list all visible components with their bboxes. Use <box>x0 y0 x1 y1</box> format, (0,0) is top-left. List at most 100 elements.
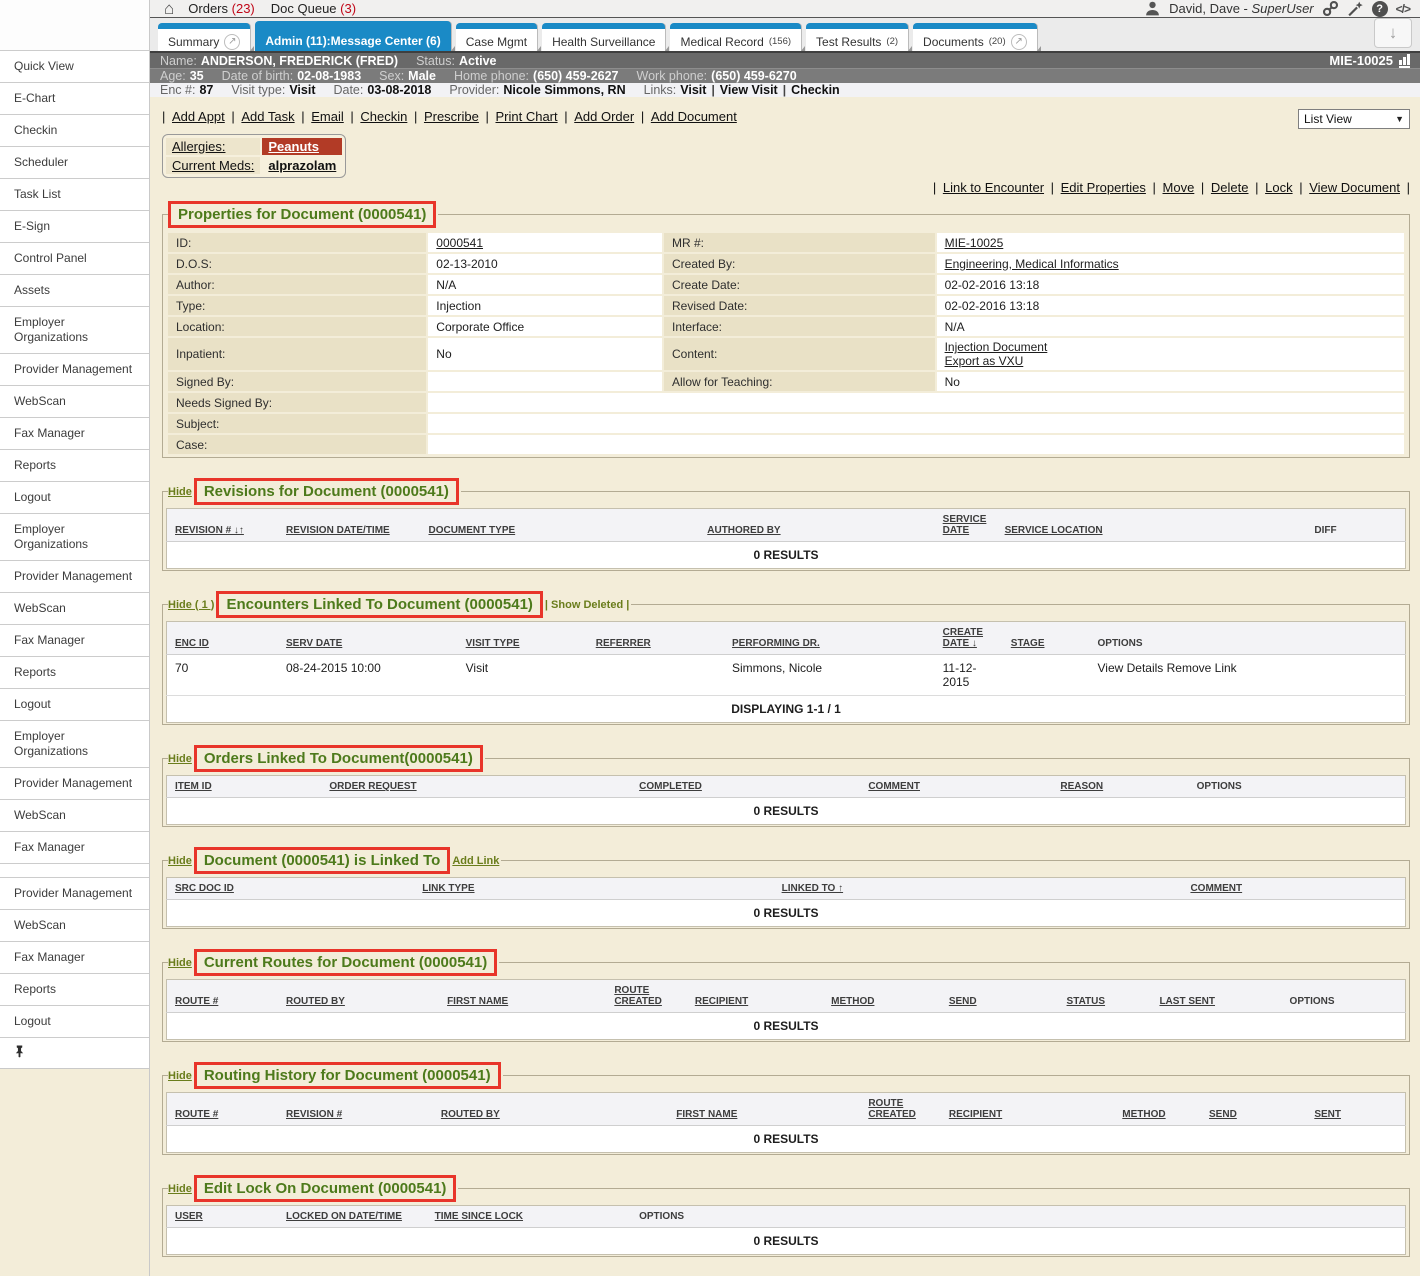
column-completed[interactable]: COMPLETED <box>631 776 860 798</box>
med-alprazolam-link[interactable]: alprazolam <box>268 158 336 173</box>
sidebar-item-provider-management[interactable]: Provider Management <box>0 353 149 385</box>
column-revision-number[interactable]: REVISION # ↓↑ <box>167 509 279 542</box>
add-order-link[interactable]: Add Order <box>574 109 634 124</box>
column-first-name[interactable]: FIRST NAME <box>668 1093 860 1126</box>
sidebar-item-employer-organizations[interactable]: Employer Organizations <box>0 513 149 560</box>
visit-link[interactable]: Visit <box>680 83 706 97</box>
sidebar-item-scheduler[interactable]: Scheduler <box>0 146 149 178</box>
sidebar-item-webscan[interactable]: WebScan <box>0 592 149 624</box>
column-linked-to[interactable]: LINKED TO ↑ <box>774 878 1183 900</box>
column-sent[interactable]: SENT <box>1306 1093 1405 1126</box>
home-icon[interactable] <box>164 0 174 17</box>
sidebar-pin-toggle[interactable] <box>0 1037 149 1068</box>
hide-link[interactable]: Hide <box>168 957 192 969</box>
column-method[interactable]: METHOD <box>1114 1093 1201 1126</box>
popout-icon[interactable] <box>224 34 240 50</box>
column-visit-type[interactable]: VISIT TYPE <box>458 622 588 655</box>
view-visit-link[interactable]: View Visit <box>720 83 778 97</box>
column-service-location[interactable]: SERVICE LOCATION <box>997 509 1307 542</box>
checkin-link[interactable]: Checkin <box>791 83 840 97</box>
sidebar-item-webscan[interactable]: WebScan <box>0 799 149 831</box>
tab-medical-record[interactable]: Medical Record (156) <box>670 23 801 51</box>
allergy-peanuts-link[interactable]: Peanuts <box>268 139 319 154</box>
column-route-created[interactable]: ROUTE CREATED <box>606 980 687 1013</box>
current-meds-link[interactable]: Current Meds: <box>172 158 254 173</box>
topbar-orders-link[interactable]: Orders (23) <box>188 1 254 16</box>
column-first-name[interactable]: FIRST NAME <box>439 980 606 1013</box>
column-recipient[interactable]: RECIPIENT <box>687 980 823 1013</box>
allergies-link[interactable]: Allergies: <box>172 139 225 154</box>
column-route-created[interactable]: ROUTE CREATED <box>860 1093 941 1126</box>
show-deleted-link[interactable]: | Show Deleted | <box>545 599 629 611</box>
column-revision-number[interactable]: REVISION # <box>278 1093 433 1126</box>
column-order-request[interactable]: ORDER REQUEST <box>321 776 631 798</box>
column-last-sent[interactable]: LAST SENT <box>1151 980 1281 1013</box>
sidebar-item-quick-view[interactable]: Quick View <box>0 50 149 82</box>
sidebar-item-provider-management[interactable]: Provider Management <box>0 877 149 909</box>
link-to-encounter-link[interactable]: Link to Encounter <box>943 180 1044 195</box>
id-link[interactable]: 0000541 <box>436 236 483 250</box>
column-route-number[interactable]: ROUTE # <box>167 1093 279 1126</box>
column-create-date[interactable]: CREATE DATE ↓ <box>935 622 1003 655</box>
chart-icon[interactable] <box>1399 54 1410 68</box>
wand-icon[interactable] <box>1347 0 1364 17</box>
column-user[interactable]: USER <box>167 1206 279 1228</box>
sidebar-item-checkin[interactable]: Checkin <box>0 114 149 146</box>
prescribe-link[interactable]: Prescribe <box>424 109 479 124</box>
column-document-type[interactable]: DOCUMENT TYPE <box>420 509 699 542</box>
add-link-link[interactable]: Add Link <box>452 855 499 867</box>
help-icon[interactable] <box>1372 1 1388 17</box>
sidebar-item-employer-organizations[interactable]: Employer Organizations <box>0 720 149 767</box>
column-routed-by[interactable]: ROUTED BY <box>278 980 439 1013</box>
column-performing-dr[interactable]: PERFORMING DR. <box>724 622 935 655</box>
hide-link[interactable]: Hide <box>168 855 192 867</box>
column-method[interactable]: METHOD <box>823 980 941 1013</box>
injection-document-link[interactable]: Injection Document <box>945 340 1396 354</box>
sidebar-item-reports[interactable]: Reports <box>0 449 149 481</box>
column-enc-id[interactable]: ENC ID <box>167 622 279 655</box>
edit-properties-link[interactable]: Edit Properties <box>1061 180 1146 195</box>
column-recipient[interactable]: RECIPIENT <box>941 1093 1114 1126</box>
add-task-link[interactable]: Add Task <box>241 109 294 124</box>
sidebar-item-logout[interactable]: Logout <box>0 1005 149 1037</box>
column-authored-by[interactable]: AUTHORED BY <box>699 509 934 542</box>
column-comment[interactable]: COMMENT <box>1182 878 1405 900</box>
add-document-link[interactable]: Add Document <box>651 109 737 124</box>
code-icon[interactable] <box>1396 2 1410 16</box>
sidebar-item-task-list[interactable]: Task List <box>0 178 149 210</box>
column-comment[interactable]: COMMENT <box>860 776 1052 798</box>
column-route-number[interactable]: ROUTE # <box>167 980 279 1013</box>
link-icon[interactable] <box>1322 0 1339 17</box>
column-item-id[interactable]: ITEM ID <box>167 776 322 798</box>
sidebar-item-e-chart[interactable]: E-Chart <box>0 82 149 114</box>
column-routed-by[interactable]: ROUTED BY <box>433 1093 668 1126</box>
column-reason[interactable]: REASON <box>1052 776 1188 798</box>
sidebar-item-logout[interactable]: Logout <box>0 481 149 513</box>
created-by-link[interactable]: Engineering, Medical Informatics <box>945 257 1119 271</box>
sidebar-item-assets[interactable]: Assets <box>0 274 149 306</box>
hide-link[interactable]: Hide <box>168 486 192 498</box>
add-appt-link[interactable]: Add Appt <box>172 109 225 124</box>
move-link[interactable]: Move <box>1163 180 1195 195</box>
encounter-options[interactable]: View Details Remove Link <box>1090 655 1406 696</box>
delete-link[interactable]: Delete <box>1211 180 1249 195</box>
column-referrer[interactable]: REFERRER <box>588 622 724 655</box>
sidebar-item-logout[interactable]: Logout <box>0 688 149 720</box>
column-locked-on[interactable]: LOCKED ON DATE/TIME <box>278 1206 427 1228</box>
column-stage[interactable]: STAGE <box>1003 622 1090 655</box>
column-src-doc-id[interactable]: SRC DOC ID <box>167 878 415 900</box>
download-chart-button[interactable] <box>1374 18 1412 48</box>
view-document-link[interactable]: View Document <box>1309 180 1400 195</box>
export-as-vxu-link[interactable]: Export as VXU <box>945 354 1396 368</box>
column-serv-date[interactable]: SERV DATE <box>278 622 458 655</box>
hide-link[interactable]: Hide <box>168 1183 192 1195</box>
sidebar-item-reports[interactable]: Reports <box>0 656 149 688</box>
checkin-link[interactable]: Checkin <box>360 109 407 124</box>
topbar-doc-queue-link[interactable]: Doc Queue (3) <box>271 1 356 16</box>
current-user[interactable]: David, Dave - SuperUser <box>1169 1 1314 16</box>
view-select[interactable]: List View ▼ <box>1298 109 1410 129</box>
sidebar-item-truncated[interactable] <box>0 863 149 877</box>
column-send[interactable]: SEND <box>941 980 1059 1013</box>
tab-documents[interactable]: Documents (20) <box>913 23 1037 51</box>
sidebar-item-employer-organizations[interactable]: Employer Organizations <box>0 306 149 353</box>
